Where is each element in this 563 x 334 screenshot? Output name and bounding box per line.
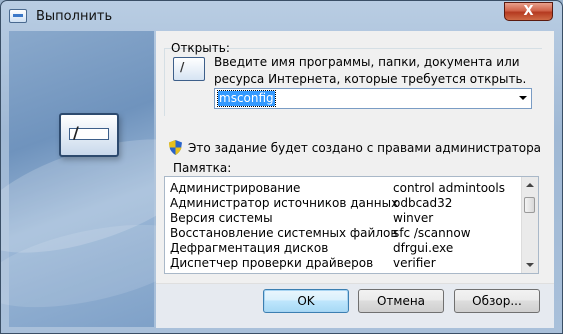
admin-rights-note: Это задание будет создано с правами адми… — [188, 141, 542, 155]
commands-list[interactable]: Администрирование control admintools Адми… — [164, 176, 539, 274]
open-combobox[interactable]: msconfig — [214, 88, 532, 109]
list-item[interactable]: Администрирование control admintools — [165, 181, 523, 196]
ok-button[interactable]: OK — [263, 289, 349, 313]
list-item[interactable]: Администратор источников данных odbcad32 — [165, 196, 523, 211]
window-title: Выполнить — [36, 9, 113, 24]
run-command-icon: / — [59, 113, 119, 157]
decorative-side-panel: / — [9, 31, 154, 327]
list-scrollbar[interactable] — [521, 177, 538, 273]
list-item[interactable]: Диспетчер проверки драйверов verifier — [165, 256, 523, 271]
close-button[interactable]: X — [504, 2, 553, 21]
cancel-button[interactable]: Отмена — [358, 289, 444, 313]
run-dialog-window: Выполнить X / Открыть: Введите имя прогр… — [0, 0, 563, 334]
open-combobox-value[interactable]: msconfig — [217, 90, 276, 107]
browse-button[interactable]: Обзор... — [454, 289, 540, 313]
chevron-down-icon[interactable] — [519, 96, 527, 100]
list-item[interactable]: Восстановление системных файлов sfc /scan… — [165, 226, 523, 241]
title-bar[interactable]: Выполнить X — [1, 1, 562, 31]
run-program-icon — [173, 57, 205, 81]
scroll-up-icon[interactable] — [526, 183, 534, 187]
uac-shield-icon — [169, 140, 182, 155]
memo-label: Памятка: — [173, 161, 232, 175]
list-item[interactable]: Версия системы winver — [165, 211, 523, 226]
run-dialog-icon — [9, 9, 27, 23]
description-text: Введите имя программы, папки, документа … — [214, 55, 527, 86]
list-item[interactable]: Дефрагментация дисков dfrgui.exe — [165, 241, 523, 256]
open-label: Открыть: — [171, 41, 230, 55]
scroll-thumb[interactable] — [524, 197, 535, 213]
scroll-down-icon[interactable] — [526, 263, 534, 267]
